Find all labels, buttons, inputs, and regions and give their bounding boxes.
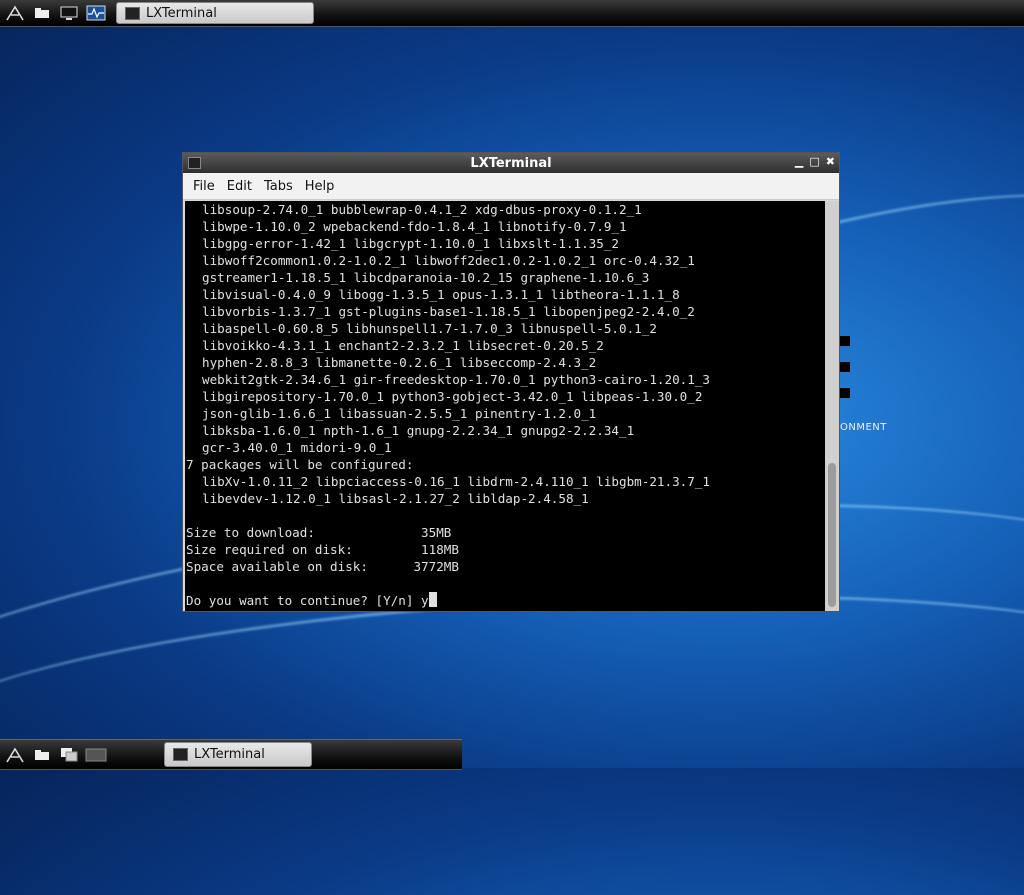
menu-edit[interactable]: Edit xyxy=(221,179,258,194)
menu-launcher-icon[interactable] xyxy=(3,744,27,766)
window-title: LXTerminal xyxy=(470,155,552,171)
terminal-line: gcr-3.40.0_1 midori-9.0_1 xyxy=(202,440,392,455)
terminal-line: libgirepository-1.70.0_1 python3-gobject… xyxy=(202,389,703,404)
desktop-icon[interactable] xyxy=(840,388,850,398)
taskbar-item-label: LXTerminal xyxy=(194,747,265,762)
terminal-line: libvoikko-4.3.1_1 enchant2-2.3.2_1 libse… xyxy=(202,338,604,353)
terminal-launcher-icon[interactable] xyxy=(57,2,81,24)
terminal-line: libksba-1.6.0_1 npth-1.6_1 gnupg-2.2.34_… xyxy=(202,423,635,438)
menu-file[interactable]: File xyxy=(187,179,221,194)
terminal-line: libvorbis-1.3.7_1 gst-plugins-base1-1.18… xyxy=(202,304,695,319)
terminal-icon xyxy=(125,6,140,20)
scrollbar-thumb[interactable] xyxy=(828,463,836,607)
lxterminal-window: LXTerminal ▁ □ ✖ File Edit Tabs Help lib… xyxy=(182,152,840,612)
menu-launcher-icon[interactable] xyxy=(3,2,27,24)
terminal-line: libevdev-1.12.0_1 libsasl-2.1.27_2 libld… xyxy=(202,491,589,506)
terminal-line: webkit2gtk-2.34.6_1 gir-freedesktop-1.70… xyxy=(202,372,710,387)
close-icon[interactable]: ✖ xyxy=(826,155,835,168)
minimize-icon[interactable]: ▁ xyxy=(795,155,803,168)
terminal-output[interactable]: libsoup-2.74.0_1 bubblewrap-0.4.1_2 xdg-… xyxy=(185,201,826,611)
system-monitor-icon[interactable] xyxy=(84,2,108,24)
menu-help[interactable]: Help xyxy=(299,179,341,194)
terminal-line: Space available on disk: 3772MB xyxy=(186,559,459,574)
terminal-line: libvisual-0.4.0_9 libogg-1.3.5_1 opus-1.… xyxy=(202,287,680,302)
terminal-prompt: Do you want to continue? [Y/n] y xyxy=(186,592,826,609)
desktop-pager-icon[interactable] xyxy=(84,744,108,766)
terminal-line: libwoff2common1.0.2-1.0.2_1 libwoff2dec1… xyxy=(202,253,695,268)
window-titlebar[interactable]: LXTerminal ▁ □ ✖ xyxy=(183,153,839,173)
file-manager-icon[interactable] xyxy=(30,2,54,24)
terminal-icon xyxy=(188,157,201,169)
menu-tabs[interactable]: Tabs xyxy=(258,179,299,194)
desktop-icon[interactable] xyxy=(840,362,850,372)
bottom-panel: LXTerminal xyxy=(0,739,462,770)
terminal-line: json-glib-1.6.6_1 libassuan-2.5.5_1 pine… xyxy=(202,406,597,421)
terminal-line: gstreamer1-1.18.5_1 libcdparanoia-10.2_1… xyxy=(202,270,650,285)
terminal-line: hyphen-2.8.8_3 libmanette-0.2.6_1 libsec… xyxy=(202,355,597,370)
desktop-icon[interactable] xyxy=(840,336,850,346)
menu-bar: File Edit Tabs Help xyxy=(183,173,839,200)
terminal-line: 7 packages will be configured: xyxy=(186,457,414,472)
terminal-line: libgpg-error-1.42_1 libgcrypt-1.10.0_1 l… xyxy=(202,236,620,251)
desktop-wallpaper-text: ONMENT xyxy=(840,422,887,433)
terminal-line: libaspell-0.60.8_5 libhunspell1.7-1.7.0_… xyxy=(202,321,657,336)
terminal-cursor xyxy=(428,592,437,607)
terminal-icon xyxy=(173,748,188,761)
terminal-line: libXv-1.0.11_2 libpciaccess-0.16_1 libdr… xyxy=(202,474,710,489)
terminal-line: Size required on disk: 118MB xyxy=(186,542,459,557)
taskbar-item-lxterminal[interactable]: LXTerminal xyxy=(116,2,314,24)
file-manager-icon[interactable] xyxy=(30,744,54,766)
terminal-line: Size to download: 35MB xyxy=(186,525,452,540)
terminal-scrollbar[interactable] xyxy=(825,201,839,611)
taskbar-item-lxterminal[interactable]: LXTerminal xyxy=(164,742,312,767)
taskbar-item-label: LXTerminal xyxy=(146,5,217,21)
terminal-line: libwpe-1.10.0_2 wpebackend-fdo-1.8.4_1 l… xyxy=(202,219,627,234)
maximize-icon[interactable]: □ xyxy=(809,155,819,168)
windows-switcher-icon[interactable] xyxy=(57,744,81,766)
prompt-text: Do you want to continue? [Y/n] y xyxy=(186,593,429,608)
terminal-line: libsoup-2.74.0_1 bubblewrap-0.4.1_2 xdg-… xyxy=(202,202,642,217)
top-panel: LXTerminal xyxy=(0,0,1024,27)
